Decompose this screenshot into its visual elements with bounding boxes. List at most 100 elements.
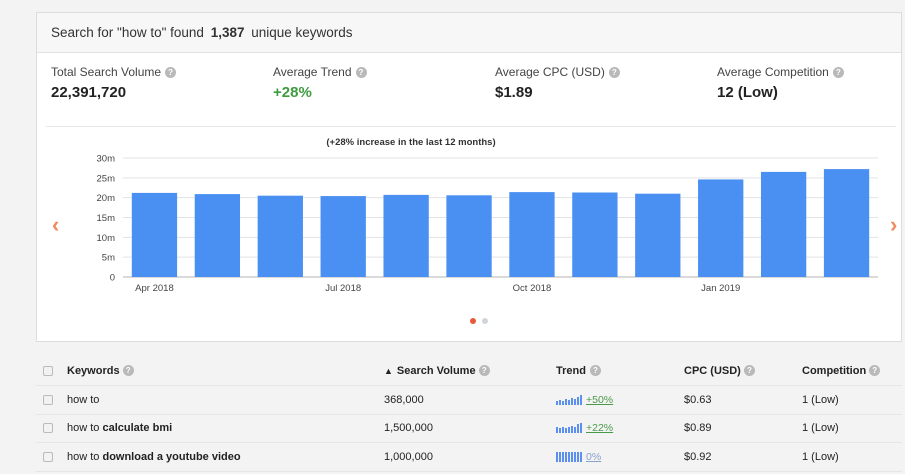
y-tick-label: 10m	[97, 233, 116, 244]
bar: Nov 2018	[572, 192, 618, 277]
help-icon[interactable]: ?	[165, 66, 177, 78]
stat-label: Average CPC (USD)	[495, 65, 605, 79]
column-label: Keywords	[67, 364, 120, 377]
trend-cell: +50%	[556, 386, 613, 414]
carousel-dot-active[interactable]	[470, 318, 476, 324]
cpc-cell: $0.92	[684, 450, 712, 463]
stats-row: Total Search Volume? 22,391,720 Average …	[51, 65, 901, 109]
row-checkbox[interactable]	[43, 394, 53, 405]
stat-label: Total Search Volume	[51, 65, 162, 79]
keyword-text: how to	[67, 422, 103, 435]
bar: Aug 2018	[383, 194, 429, 277]
row-checkbox[interactable]	[43, 451, 53, 462]
column-competition[interactable]: Competition ?	[802, 356, 881, 385]
help-icon[interactable]: ?	[832, 66, 844, 78]
sort-up-icon: ▲	[384, 365, 393, 376]
trend-link[interactable]: +50%	[586, 394, 613, 406]
stat-label: Average Trend	[273, 65, 352, 79]
table-header-row: Keywords ? ▲ Search Volume ? Trend? CPC (…	[36, 356, 902, 386]
y-tick-label: 5m	[102, 253, 115, 264]
column-cpc[interactable]: CPC (USD) ?	[684, 356, 755, 385]
keyword-text: how to	[67, 450, 103, 463]
trend-cell: 0%	[556, 443, 601, 471]
stat-average-competition: Average Competition? 12 (Low)	[717, 65, 844, 101]
competition-cell: 1 (Low)	[802, 422, 839, 435]
column-label: Competition	[802, 364, 867, 377]
sparkline-icon	[556, 394, 582, 405]
x-tick-label: Jan 2019	[701, 283, 740, 294]
help-icon[interactable]: ?	[589, 365, 601, 376]
trend-cell: +22%	[556, 415, 613, 443]
bar: Oct 2018	[509, 192, 555, 277]
stat-average-trend: Average Trend? +28%	[273, 65, 367, 101]
bar: Jun 2018	[257, 195, 303, 277]
header-suffix: unique keywords	[247, 25, 353, 40]
table-row[interactable]: how to download a youtube video 1,000,00…	[36, 443, 902, 472]
stat-label: Average Competition	[717, 65, 829, 79]
trend-link[interactable]: 0%	[586, 451, 601, 463]
competition-cell: 1 (Low)	[802, 393, 839, 406]
help-icon[interactable]: ?	[478, 365, 490, 376]
stat-value: 12 (Low)	[717, 84, 778, 101]
column-trend[interactable]: Trend?	[556, 356, 601, 385]
carousel-dots	[470, 318, 488, 324]
keywords-table: Keywords ? ▲ Search Volume ? Trend? CPC (…	[36, 356, 902, 472]
results-header: Search for "how to" found 1,387 unique k…	[37, 13, 901, 53]
bar: Jul 2018	[320, 196, 366, 277]
cpc-cell: $0.63	[684, 393, 712, 406]
bar: May 2018	[194, 194, 241, 277]
keyword-text: how to	[67, 393, 100, 406]
bar-chart: 0 5m 10m 15m 20m 25m 30m Apr 2018 May 2018 Jun 20…	[97, 154, 878, 294]
keyword-highlight: download a youtube video	[102, 450, 241, 463]
carousel-dot[interactable]	[482, 318, 488, 324]
page: Search for "how to" found 1,387 unique k…	[0, 0, 905, 474]
y-tick-label: 20m	[97, 193, 116, 204]
keyword-cell[interactable]: how to download a youtube video	[67, 443, 241, 471]
header-prefix: Search for "how to" found	[51, 25, 208, 40]
bar: Mar 2019	[823, 169, 870, 277]
bar: Sep 2018	[446, 195, 492, 277]
volume-cell: 1,500,000	[384, 422, 433, 435]
sparkline-icon	[556, 451, 582, 462]
x-tick-label: Jul 2018	[325, 283, 361, 294]
stat-average-cpc: Average CPC (USD)? $1.89	[495, 65, 620, 101]
table-row[interactable]: how to 368,000 +50% $0.63 1 (Low)	[36, 386, 902, 415]
keyword-count: 1,387	[210, 25, 245, 40]
y-tick-label: 30m	[97, 154, 116, 165]
keyword-cell[interactable]: how to	[67, 386, 99, 414]
select-all-checkbox[interactable]	[43, 365, 53, 376]
bar: Jan 2019	[698, 179, 744, 277]
volume-cell: 1,000,000	[384, 450, 433, 463]
trend-chart: (+28% increase in the last 12 months) 05…	[46, 126, 896, 296]
keyword-cell[interactable]: how to calculate bmi	[67, 415, 172, 443]
bar: Apr 2018	[131, 192, 178, 277]
stat-total-volume: Total Search Volume? 22,391,720	[51, 65, 177, 101]
x-tick-label: Oct 2018	[513, 283, 552, 294]
chevron-left-icon[interactable]: ‹	[52, 214, 59, 236]
help-icon[interactable]: ?	[355, 66, 367, 78]
sparkline-icon	[556, 423, 582, 434]
bar: Dec 2018	[635, 193, 681, 277]
row-checkbox[interactable]	[43, 423, 53, 434]
column-label: Search Volume	[396, 364, 476, 377]
help-icon[interactable]: ?	[869, 365, 881, 376]
help-icon[interactable]: ?	[122, 365, 134, 376]
competition-cell: 1 (Low)	[802, 450, 839, 463]
column-search-volume[interactable]: ▲ Search Volume ?	[384, 356, 490, 385]
help-icon[interactable]: ?	[608, 66, 620, 78]
help-icon[interactable]: ?	[743, 365, 755, 376]
volume-cell: 368,000	[384, 393, 424, 406]
stat-value: 22,391,720	[51, 84, 127, 101]
y-tick-label: 25m	[97, 173, 116, 184]
column-keywords[interactable]: Keywords ?	[67, 356, 134, 385]
keyword-highlight: calculate bmi	[102, 422, 173, 435]
column-label: Trend	[556, 364, 586, 377]
y-tick-label: 0	[110, 273, 115, 284]
stat-value: +28%	[273, 84, 312, 101]
stat-value: $1.89	[495, 84, 533, 101]
trend-link[interactable]: +22%	[586, 422, 613, 434]
table-row[interactable]: how to calculate bmi 1,500,000 +22% $0.8…	[36, 415, 902, 443]
column-label: CPC (USD)	[684, 364, 741, 377]
x-tick-label: Apr 2018	[135, 283, 174, 294]
chevron-right-icon[interactable]: ›	[890, 214, 897, 236]
